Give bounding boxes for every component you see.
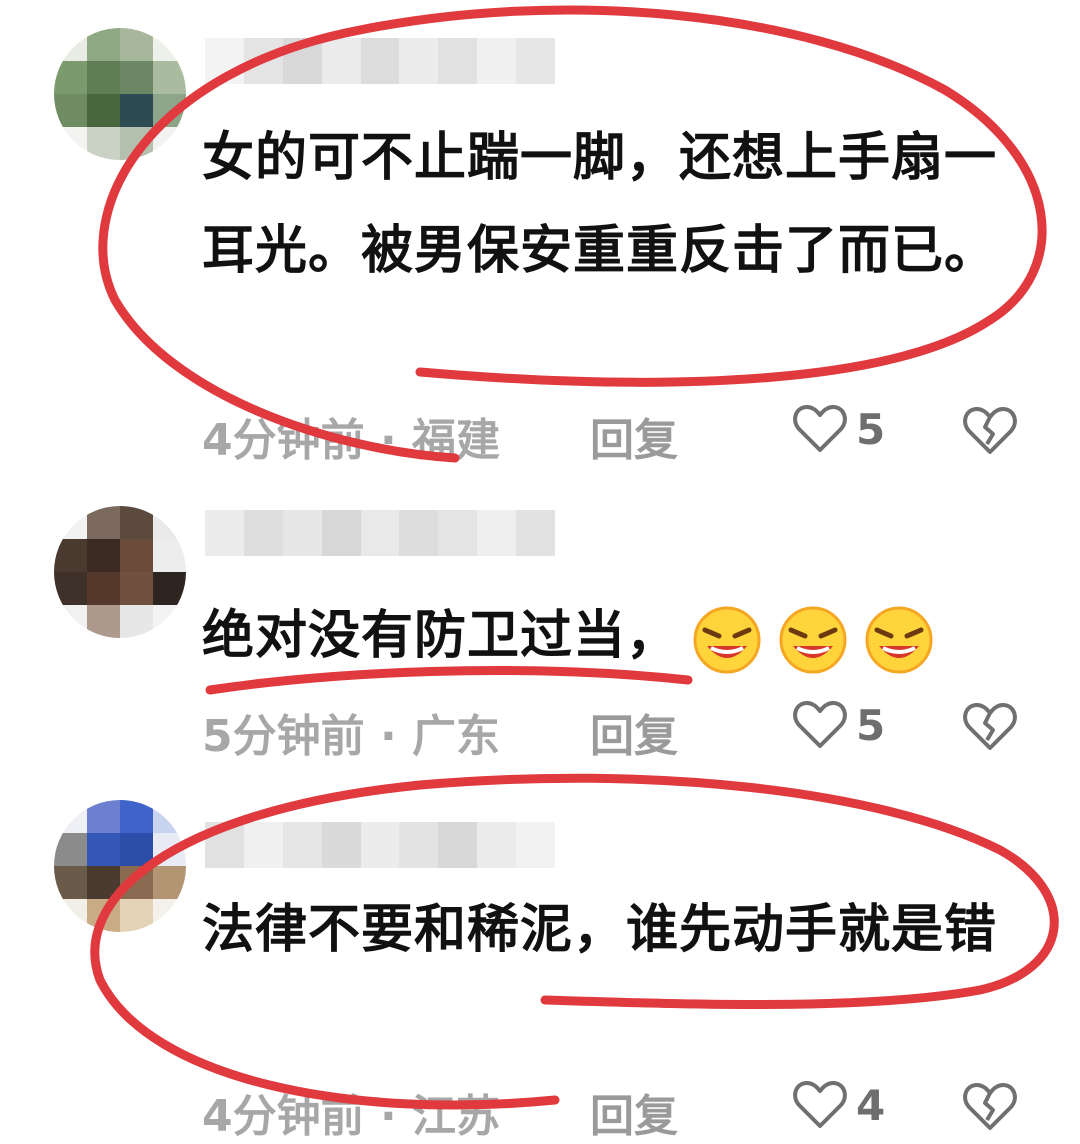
like-button[interactable]: 4 — [792, 1080, 885, 1130]
like-count: 4 — [856, 1080, 886, 1130]
time-location: 4分钟前 · 江苏 — [202, 1091, 500, 1142]
avatar[interactable] — [54, 800, 186, 932]
broken-heart-icon[interactable] — [962, 406, 1018, 456]
grinning-squint-emoji-icon — [865, 606, 933, 674]
avatar[interactable] — [54, 28, 186, 160]
avatar[interactable] — [54, 506, 186, 638]
username-blurred[interactable] — [205, 38, 555, 84]
reply-button[interactable]: 回复 — [590, 404, 678, 468]
comment-meta: 4分钟前 · 江苏 回复 4 — [202, 1080, 1042, 1142]
comment-text-content: 绝对没有防卫过当， — [202, 606, 680, 666]
time-location: 5分钟前 · 广东 — [202, 711, 500, 762]
username-blurred[interactable] — [205, 510, 555, 556]
like-count: 5 — [856, 404, 886, 454]
heart-outline-icon — [793, 701, 847, 748]
comment-meta: 5分钟前 · 广东 回复 5 — [202, 700, 1042, 762]
reply-button[interactable]: 回复 — [590, 1080, 678, 1144]
grinning-squint-emoji-icon — [779, 606, 847, 674]
username-blurred[interactable] — [205, 822, 555, 868]
like-button[interactable]: 5 — [792, 404, 885, 454]
comment-meta: 4分钟前 · 福建 回复 5 — [202, 404, 1042, 466]
comment-text: 女的可不止踹一脚，还想上手扇一耳光。被男保安重重反击了而已。 — [202, 128, 998, 281]
like-count: 5 — [856, 700, 886, 750]
comment-text: 法律不要和稀泥，谁先动手就是错 — [202, 900, 998, 960]
like-button[interactable]: 5 — [792, 700, 885, 750]
time-location: 4分钟前 · 福建 — [202, 415, 500, 466]
heart-outline-icon — [793, 405, 847, 452]
grinning-squint-emoji-icon — [693, 606, 761, 674]
reply-button[interactable]: 回复 — [590, 700, 678, 764]
broken-heart-icon[interactable] — [962, 1082, 1018, 1132]
heart-outline-icon — [793, 1081, 847, 1128]
broken-heart-icon[interactable] — [962, 702, 1018, 752]
comment-text: 绝对没有防卫过当， — [202, 590, 1022, 683]
